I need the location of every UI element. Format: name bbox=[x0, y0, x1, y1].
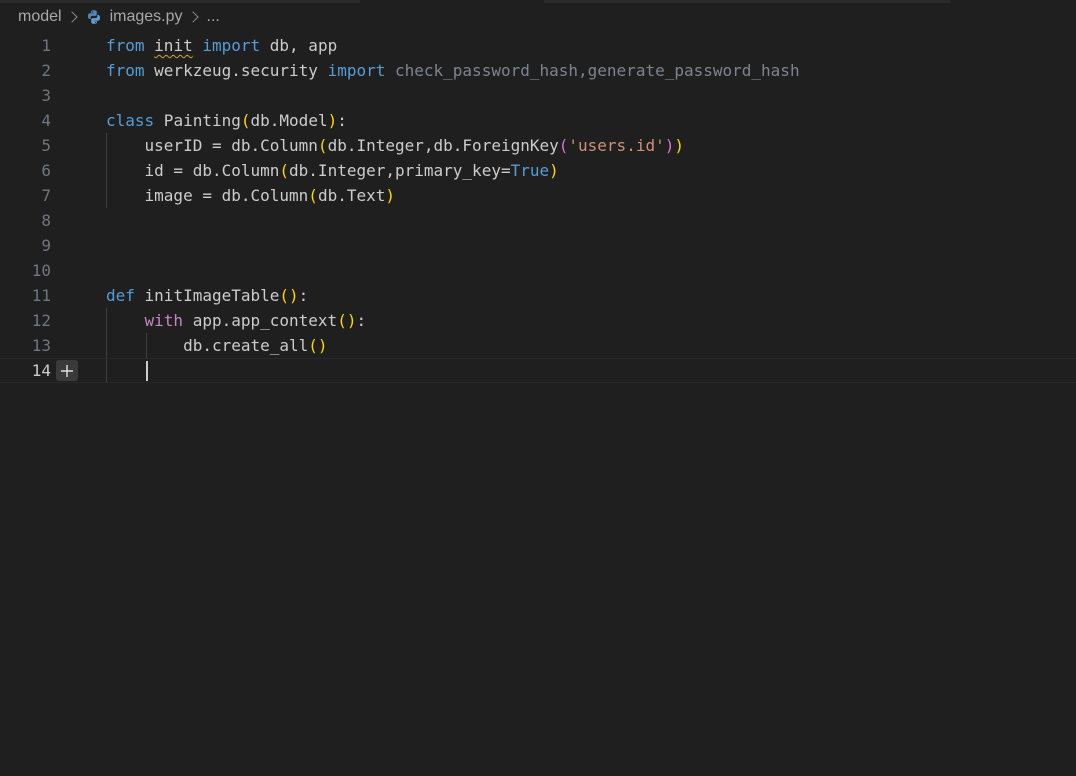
chevron-right-icon bbox=[65, 11, 78, 23]
tab-strip-segment bbox=[544, 0, 950, 3]
code-text: from init import db, app bbox=[106, 33, 337, 58]
code-token: werkzeug.security bbox=[144, 61, 328, 80]
code-token: db.Integer,primary_key= bbox=[289, 161, 511, 180]
code-token: ) bbox=[664, 136, 675, 155]
code-token: from bbox=[106, 61, 145, 80]
line-number: 1 bbox=[41, 36, 51, 55]
code-token: db, app bbox=[260, 36, 338, 55]
code-token: ) bbox=[327, 111, 338, 130]
code-token: ) bbox=[674, 136, 684, 155]
code-text: db.create_all() bbox=[106, 333, 328, 358]
code-text: image = db.Column(db.Text) bbox=[106, 183, 395, 208]
code-line[interactable]: 10 bbox=[0, 258, 1076, 283]
line-number: 10 bbox=[31, 261, 51, 280]
code-token: 'users.id' bbox=[568, 136, 665, 155]
tab-strip-segment bbox=[0, 0, 360, 3]
code-token: : bbox=[298, 286, 309, 305]
code-text: id = db.Column(db.Integer,primary_key=Tr… bbox=[106, 158, 559, 183]
breadcrumb-file[interactable]: images.py bbox=[110, 8, 183, 26]
code-token: () bbox=[337, 311, 357, 330]
code-text: userID = db.Column(db.Integer,db.Foreign… bbox=[106, 133, 684, 158]
code-token: db.create_all bbox=[106, 336, 309, 355]
line-number: 8 bbox=[41, 211, 51, 230]
top-strip bbox=[0, 0, 1076, 3]
code-line[interactable]: 13 db.create_all() bbox=[0, 333, 1076, 358]
code-token: db.Model bbox=[250, 111, 328, 130]
code-token: True bbox=[510, 161, 550, 180]
code-token: db.Text bbox=[317, 186, 386, 205]
code-line[interactable]: 5 userID = db.Column(db.Integer,db.Forei… bbox=[0, 133, 1076, 158]
code-line[interactable]: 3 bbox=[0, 83, 1076, 108]
code-line[interactable]: 7 image = db.Column(db.Text) bbox=[0, 183, 1076, 208]
python-icon bbox=[87, 10, 100, 24]
breadcrumb-more[interactable]: ... bbox=[207, 8, 220, 26]
code-line[interactable]: 4 class Painting(db.Model): bbox=[0, 108, 1076, 133]
code-token: check_password_hash,generate_password_ha… bbox=[385, 61, 800, 80]
code-line[interactable]: 1 from init import db, app bbox=[0, 33, 1076, 58]
code-text: def initImageTable(): bbox=[106, 283, 308, 308]
code-token: () bbox=[308, 336, 328, 355]
code-line[interactable]: 8 bbox=[0, 208, 1076, 233]
code-token: image = db.Column bbox=[106, 186, 309, 205]
code-token: init bbox=[154, 36, 193, 55]
code-token: app.app_context bbox=[183, 311, 338, 330]
code-token: ( bbox=[240, 111, 251, 130]
code-token: with bbox=[144, 311, 184, 330]
code-token: ( bbox=[558, 136, 569, 155]
code-token: ( bbox=[317, 136, 328, 155]
line-number: 7 bbox=[41, 186, 51, 205]
code-token: initImageTable bbox=[134, 286, 280, 305]
line-number: 6 bbox=[41, 161, 51, 180]
breadcrumb-folder[interactable]: model bbox=[18, 8, 62, 26]
code-token: ) bbox=[549, 161, 559, 180]
code-token: : bbox=[356, 311, 367, 330]
code-token: db.Integer,db.ForeignKey bbox=[327, 136, 559, 155]
line-number: 5 bbox=[41, 136, 51, 155]
code-token: : bbox=[337, 111, 347, 130]
line-number: 4 bbox=[41, 111, 51, 130]
code-line[interactable]: 2 from werkzeug.security import check_pas… bbox=[0, 58, 1076, 83]
text-cursor bbox=[146, 361, 148, 381]
line-number: 9 bbox=[41, 236, 51, 255]
code-line[interactable]: 9 bbox=[0, 233, 1076, 258]
chevron-right-icon bbox=[186, 11, 199, 23]
line-number: 12 bbox=[31, 311, 51, 330]
code-token: id = db.Column bbox=[106, 161, 280, 180]
code-text: from werkzeug.security import check_pass… bbox=[106, 58, 800, 83]
code-token: Painting bbox=[154, 111, 241, 130]
code-editor[interactable]: 1 from init import db, app 2 from werkzeug.… bbox=[0, 33, 1076, 776]
line-number: 2 bbox=[41, 61, 51, 80]
code-line[interactable]: 6 id = db.Column(db.Integer,primary_key=… bbox=[0, 158, 1076, 183]
code-token: from bbox=[106, 36, 145, 55]
breadcrumb: model images.py ... bbox=[18, 5, 220, 29]
plus-icon[interactable] bbox=[56, 360, 78, 381]
code-token: class bbox=[106, 111, 155, 130]
code-text: class Painting(db.Model): bbox=[106, 108, 347, 133]
line-number: 14 bbox=[31, 361, 51, 380]
code-line[interactable]: 11 def initImageTable(): bbox=[0, 283, 1076, 308]
code-line[interactable]: 14 bbox=[0, 358, 1076, 383]
code-token: userID = db.Column bbox=[106, 136, 318, 155]
code-token: import bbox=[327, 61, 386, 80]
line-number: 13 bbox=[31, 336, 51, 355]
code-token: ( bbox=[279, 161, 290, 180]
code-text: with app.app_context(): bbox=[106, 308, 367, 333]
code-token: ) bbox=[385, 186, 396, 205]
code-token: import bbox=[202, 36, 261, 55]
line-number: 11 bbox=[31, 286, 51, 305]
code-token: ( bbox=[308, 186, 318, 205]
line-number: 3 bbox=[41, 86, 51, 105]
code-token: def bbox=[106, 286, 135, 305]
code-token: () bbox=[279, 286, 299, 305]
code-line[interactable]: 12 with app.app_context(): bbox=[0, 308, 1076, 333]
